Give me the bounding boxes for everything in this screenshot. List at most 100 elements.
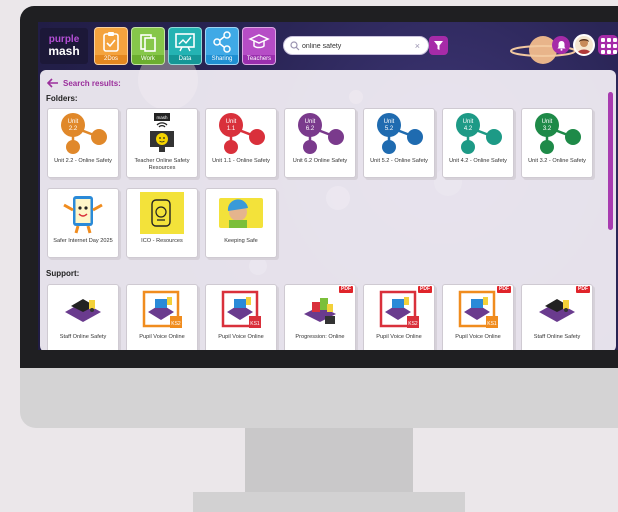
support-tile[interactable]: PDF Staff Online Safety: [521, 284, 593, 350]
nav-tab-sharing[interactable]: Sharing: [205, 27, 239, 65]
apps-grid-dot: [613, 38, 617, 42]
pdf-badge: PDF: [339, 286, 353, 293]
apps-grid-dot: [601, 50, 605, 54]
unit-badge-text: Unit: [305, 119, 316, 125]
folders-icon: [140, 34, 156, 52]
apps-grid-dot: [601, 44, 605, 48]
folder-tile[interactable]: ICO - Resources: [126, 188, 198, 258]
apps-menu-button[interactable]: [598, 35, 618, 55]
nav-tab-label: Sharing: [206, 55, 238, 64]
unit-network-icon: Unit 6.2: [285, 109, 355, 157]
teacher-resources-icon: mash: [127, 109, 197, 157]
pupil-voice-icon: KS1: [206, 285, 276, 333]
search-icon: [290, 41, 300, 51]
support-caption: Pupil Voice Online: [376, 334, 422, 340]
unit-badge-text: Unit: [542, 119, 553, 125]
folder-tile[interactable]: Keeping Safe: [205, 188, 277, 258]
nav-tab-work[interactable]: Work: [131, 27, 165, 65]
folder-caption: Unit 4.2 - Online Safety: [449, 158, 507, 164]
support-caption: Pupil Voice Online: [455, 334, 501, 340]
chart-board-icon: [175, 33, 195, 52]
arrow-left-icon: [47, 78, 58, 88]
unit-network-icon: Unit 5.2: [364, 109, 434, 157]
avatar-icon: [577, 39, 591, 54]
mortarboard-icon: [248, 34, 270, 49]
filter-button[interactable]: [429, 36, 448, 55]
support-tile[interactable]: PDF Progression: Online: [284, 284, 356, 350]
bell-icon: [557, 40, 565, 51]
unit-badge-text: Unit: [384, 119, 395, 125]
monitor-stand-base: [193, 492, 465, 512]
purple-mash-logo[interactable]: purple mash: [40, 28, 88, 64]
support-tile[interactable]: KS2 PDF Pupil Voice Online: [363, 284, 435, 350]
folder-tile[interactable]: Unit 5.2 Unit 5.2 - Online Safety: [363, 108, 435, 178]
apps-grid-dot: [613, 44, 617, 48]
tablet-character-icon: [48, 189, 118, 237]
key-stage-badge: KS1: [250, 321, 260, 327]
support-caption: Pupil Voice Online: [139, 334, 185, 340]
mash-badge-text: mash: [156, 115, 168, 120]
clipboard-icon: [103, 32, 119, 52]
folder-tile[interactable]: Unit 3.2 Unit 3.2 - Online Safety: [521, 108, 593, 178]
folder-tile[interactable]: mash Teacher Online Safety Resources: [126, 108, 198, 178]
staff-online-safety-icon: [48, 285, 118, 333]
support-tile[interactable]: KS1 Pupil Voice Online: [205, 284, 277, 350]
unit-network-icon: Unit 3.2: [522, 109, 592, 157]
support-tile[interactable]: KS2 Pupil Voice Online: [126, 284, 198, 350]
share-icon: [213, 31, 231, 53]
folder-caption: Unit 2.2 - Online Safety: [54, 158, 112, 164]
nav-tab-data[interactable]: Data: [168, 27, 202, 65]
folder-tile[interactable]: Unit 1.1 Unit 1.1 - Online Safety: [205, 108, 277, 178]
support-caption: Staff Online Safety: [533, 334, 581, 340]
pupil-voice-icon: KS2: [127, 285, 197, 333]
monitor-stand: [245, 428, 413, 494]
pdf-badge: PDF: [576, 286, 590, 293]
nav-tab-teachers[interactable]: Teachers: [242, 27, 276, 65]
key-stage-badge: KS2: [171, 321, 181, 327]
key-stage-badge: KS1: [487, 321, 497, 327]
folder-caption: ICO - Resources: [141, 238, 183, 244]
folder-caption: Safer Internet Day 2025: [53, 238, 113, 244]
screen: purple mash 2Dos Work Data Sharing Teach…: [38, 22, 618, 350]
folder-tile[interactable]: Unit 4.2 Unit 4.2 - Online Safety: [442, 108, 514, 178]
apps-grid-dot: [613, 50, 617, 54]
nav-tab-2dos[interactable]: 2Dos: [94, 27, 128, 65]
folder-caption: Unit 3.2 - Online Safety: [528, 158, 586, 164]
filter-icon: [434, 41, 443, 50]
folder-caption: Unit 6.2 Online Safety: [292, 158, 348, 164]
pdf-badge: PDF: [497, 286, 511, 293]
unit-badge-number: 3.2: [543, 126, 552, 132]
unit-badge-number: 4.2: [464, 126, 473, 132]
support-caption: Staff Online Safety: [59, 334, 107, 340]
scrollbar[interactable]: [608, 92, 613, 230]
support-tile[interactable]: KS1 PDF Pupil Voice Online: [442, 284, 514, 350]
pdf-badge: PDF: [418, 286, 432, 293]
search-input[interactable]: [302, 39, 410, 53]
support-caption: Pupil Voice Online: [218, 334, 264, 340]
folder-tile[interactable]: Unit 2.2 Unit 2.2 - Online Safety: [47, 108, 119, 178]
folders-heading: Folders:: [46, 94, 78, 103]
apps-grid-dot: [607, 50, 611, 54]
nav-tab-label: Teachers: [243, 55, 275, 64]
clear-search-button[interactable]: ×: [415, 40, 420, 52]
support-tile[interactable]: Staff Online Safety: [47, 284, 119, 350]
support-caption: Progression: Online: [295, 334, 345, 340]
search-results-panel: Search results: Folders: Unit 2.2 Unit 2.2…: [40, 70, 616, 350]
unit-badge-text: Unit: [68, 119, 79, 125]
notifications-button[interactable]: [552, 36, 570, 54]
back-to-search-button[interactable]: Search results:: [47, 78, 121, 88]
unit-network-icon: Unit 1.1: [206, 109, 276, 157]
user-avatar[interactable]: [573, 34, 595, 56]
key-stage-badge: KS2: [408, 321, 418, 327]
folder-tile[interactable]: Safer Internet Day 2025: [47, 188, 119, 258]
folder-caption: Teacher Online Safety Resources: [134, 158, 190, 171]
folder-tile[interactable]: Unit 6.2 Unit 6.2 Online Safety: [284, 108, 356, 178]
nav-tab-label: 2Dos: [95, 55, 127, 64]
unit-badge-number: 6.2: [306, 126, 315, 132]
apps-grid-dot: [607, 38, 611, 42]
folder-caption: Unit 1.1 - Online Safety: [212, 158, 270, 164]
unit-network-icon: Unit 2.2: [48, 109, 118, 157]
ico-resources-image: [127, 189, 197, 237]
search-box: ×: [283, 36, 429, 55]
folder-caption: Unit 5.2 - Online Safety: [370, 158, 428, 164]
